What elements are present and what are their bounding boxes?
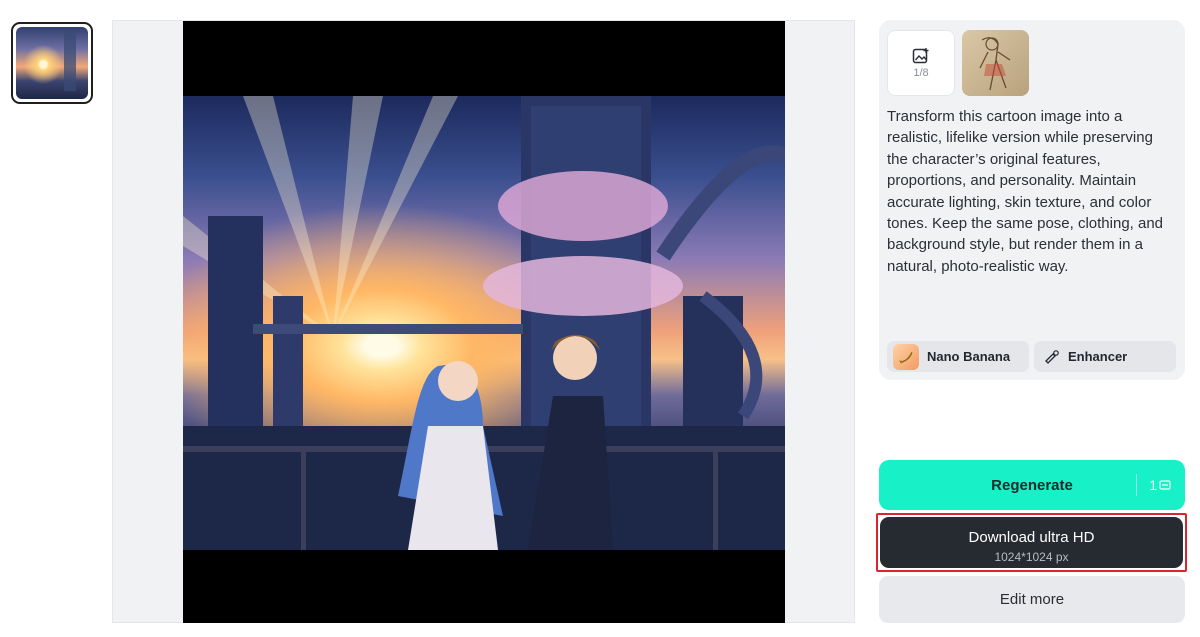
history-thumbnail-image [16,27,88,99]
preview-frame [183,21,785,623]
sketch-reference-thumbnail[interactable] [962,30,1029,96]
preview-panel [112,20,855,623]
download-label: Download ultra HD [968,529,1095,546]
prompt-card: 1/8 Transform this cartoon image into a … [879,20,1185,380]
enhancer-chip-label: Enhancer [1068,349,1128,364]
add-image-button[interactable]: 1/8 [887,30,955,96]
sketch-drawing [979,37,1011,91]
download-resolution: 1024*1024 px [994,550,1069,564]
enhancer-chip[interactable]: Enhancer [1034,341,1176,372]
prompt-text[interactable]: Transform this cartoon image into a real… [887,106,1177,277]
model-chip-label: Nano Banana [927,349,1011,364]
credit-count: 1 [1149,477,1157,493]
edit-more-button[interactable]: Edit more [879,576,1185,623]
credit-cost: 1 [1136,474,1171,496]
enhancer-icon [1045,349,1059,364]
generated-image[interactable] [183,96,785,550]
image-count: 1/8 [913,67,929,79]
regenerate-button[interactable]: Regenerate 1 [879,460,1185,510]
credit-icon [1159,480,1171,490]
model-chip[interactable]: Nano Banana [887,341,1029,372]
add-image-icon [912,48,929,64]
anime-scene-illustration [183,96,785,550]
banana-model-icon [893,343,919,370]
download-ultra-hd-button[interactable]: Download ultra HD 1024*1024 px [880,517,1183,568]
history-thumbnail[interactable] [11,22,93,104]
